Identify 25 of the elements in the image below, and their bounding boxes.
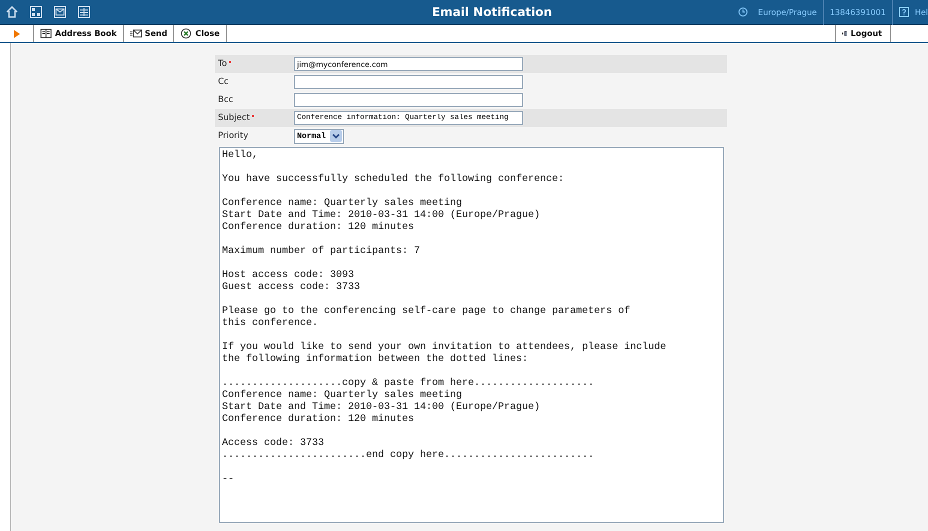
field-label: To: [218, 59, 227, 69]
door-icon: [842, 28, 848, 39]
field-label: Subject: [218, 113, 250, 123]
chevron-icon: [330, 130, 342, 142]
envelope-icon[interactable]: [54, 6, 66, 18]
triangle-icon: [14, 30, 20, 38]
envelope-icon: [130, 28, 142, 39]
account-link[interactable]: 13846391001: [830, 8, 886, 16]
input-field[interactable]: [294, 93, 523, 107]
message-field[interactable]: Hello, You have successfully scheduled the following conference: Conference name: Quarterly sales meeting Start Date and Time: 2010-03-31 14:00 (Europe/Prague) Conference duration: 120 minutes Maximum number of participants: 7 Host access code: 3093 Guest access code: 3733 Please go to the conferencing self-care page to change parameters of this conference. If you would like to send your own invitation to attendees, please include the following information between the dotted lines: ....................copy & paste from here.................... Conference name: Quarterly sales meeting Start Date and Time: 2010-03-31 14:00 (Europe/Prague) Conference duration: 120 minutes Access code: 3733 ........................end copy here......................... --: [219, 147, 724, 523]
field-label: Priority: [218, 131, 248, 141]
input-field[interactable]: [294, 75, 523, 89]
help-link[interactable]: Hel: [914, 8, 928, 16]
clock-icon: [738, 7, 748, 17]
field-label: Cc: [218, 77, 229, 87]
book-icon: [40, 28, 52, 39]
timezone-link[interactable]: Europe/Prague: [758, 8, 817, 16]
table-icon[interactable]: [78, 6, 90, 18]
help-icon[interactable]: [898, 7, 909, 17]
grid-icon[interactable]: [30, 6, 42, 18]
page-title: Email Notification: [430, 5, 554, 19]
home-icon[interactable]: [6, 6, 18, 18]
priority-dropdown[interactable]: Normal: [294, 128, 344, 144]
field-label: Bcc: [218, 95, 234, 105]
close-icon: [180, 28, 192, 39]
